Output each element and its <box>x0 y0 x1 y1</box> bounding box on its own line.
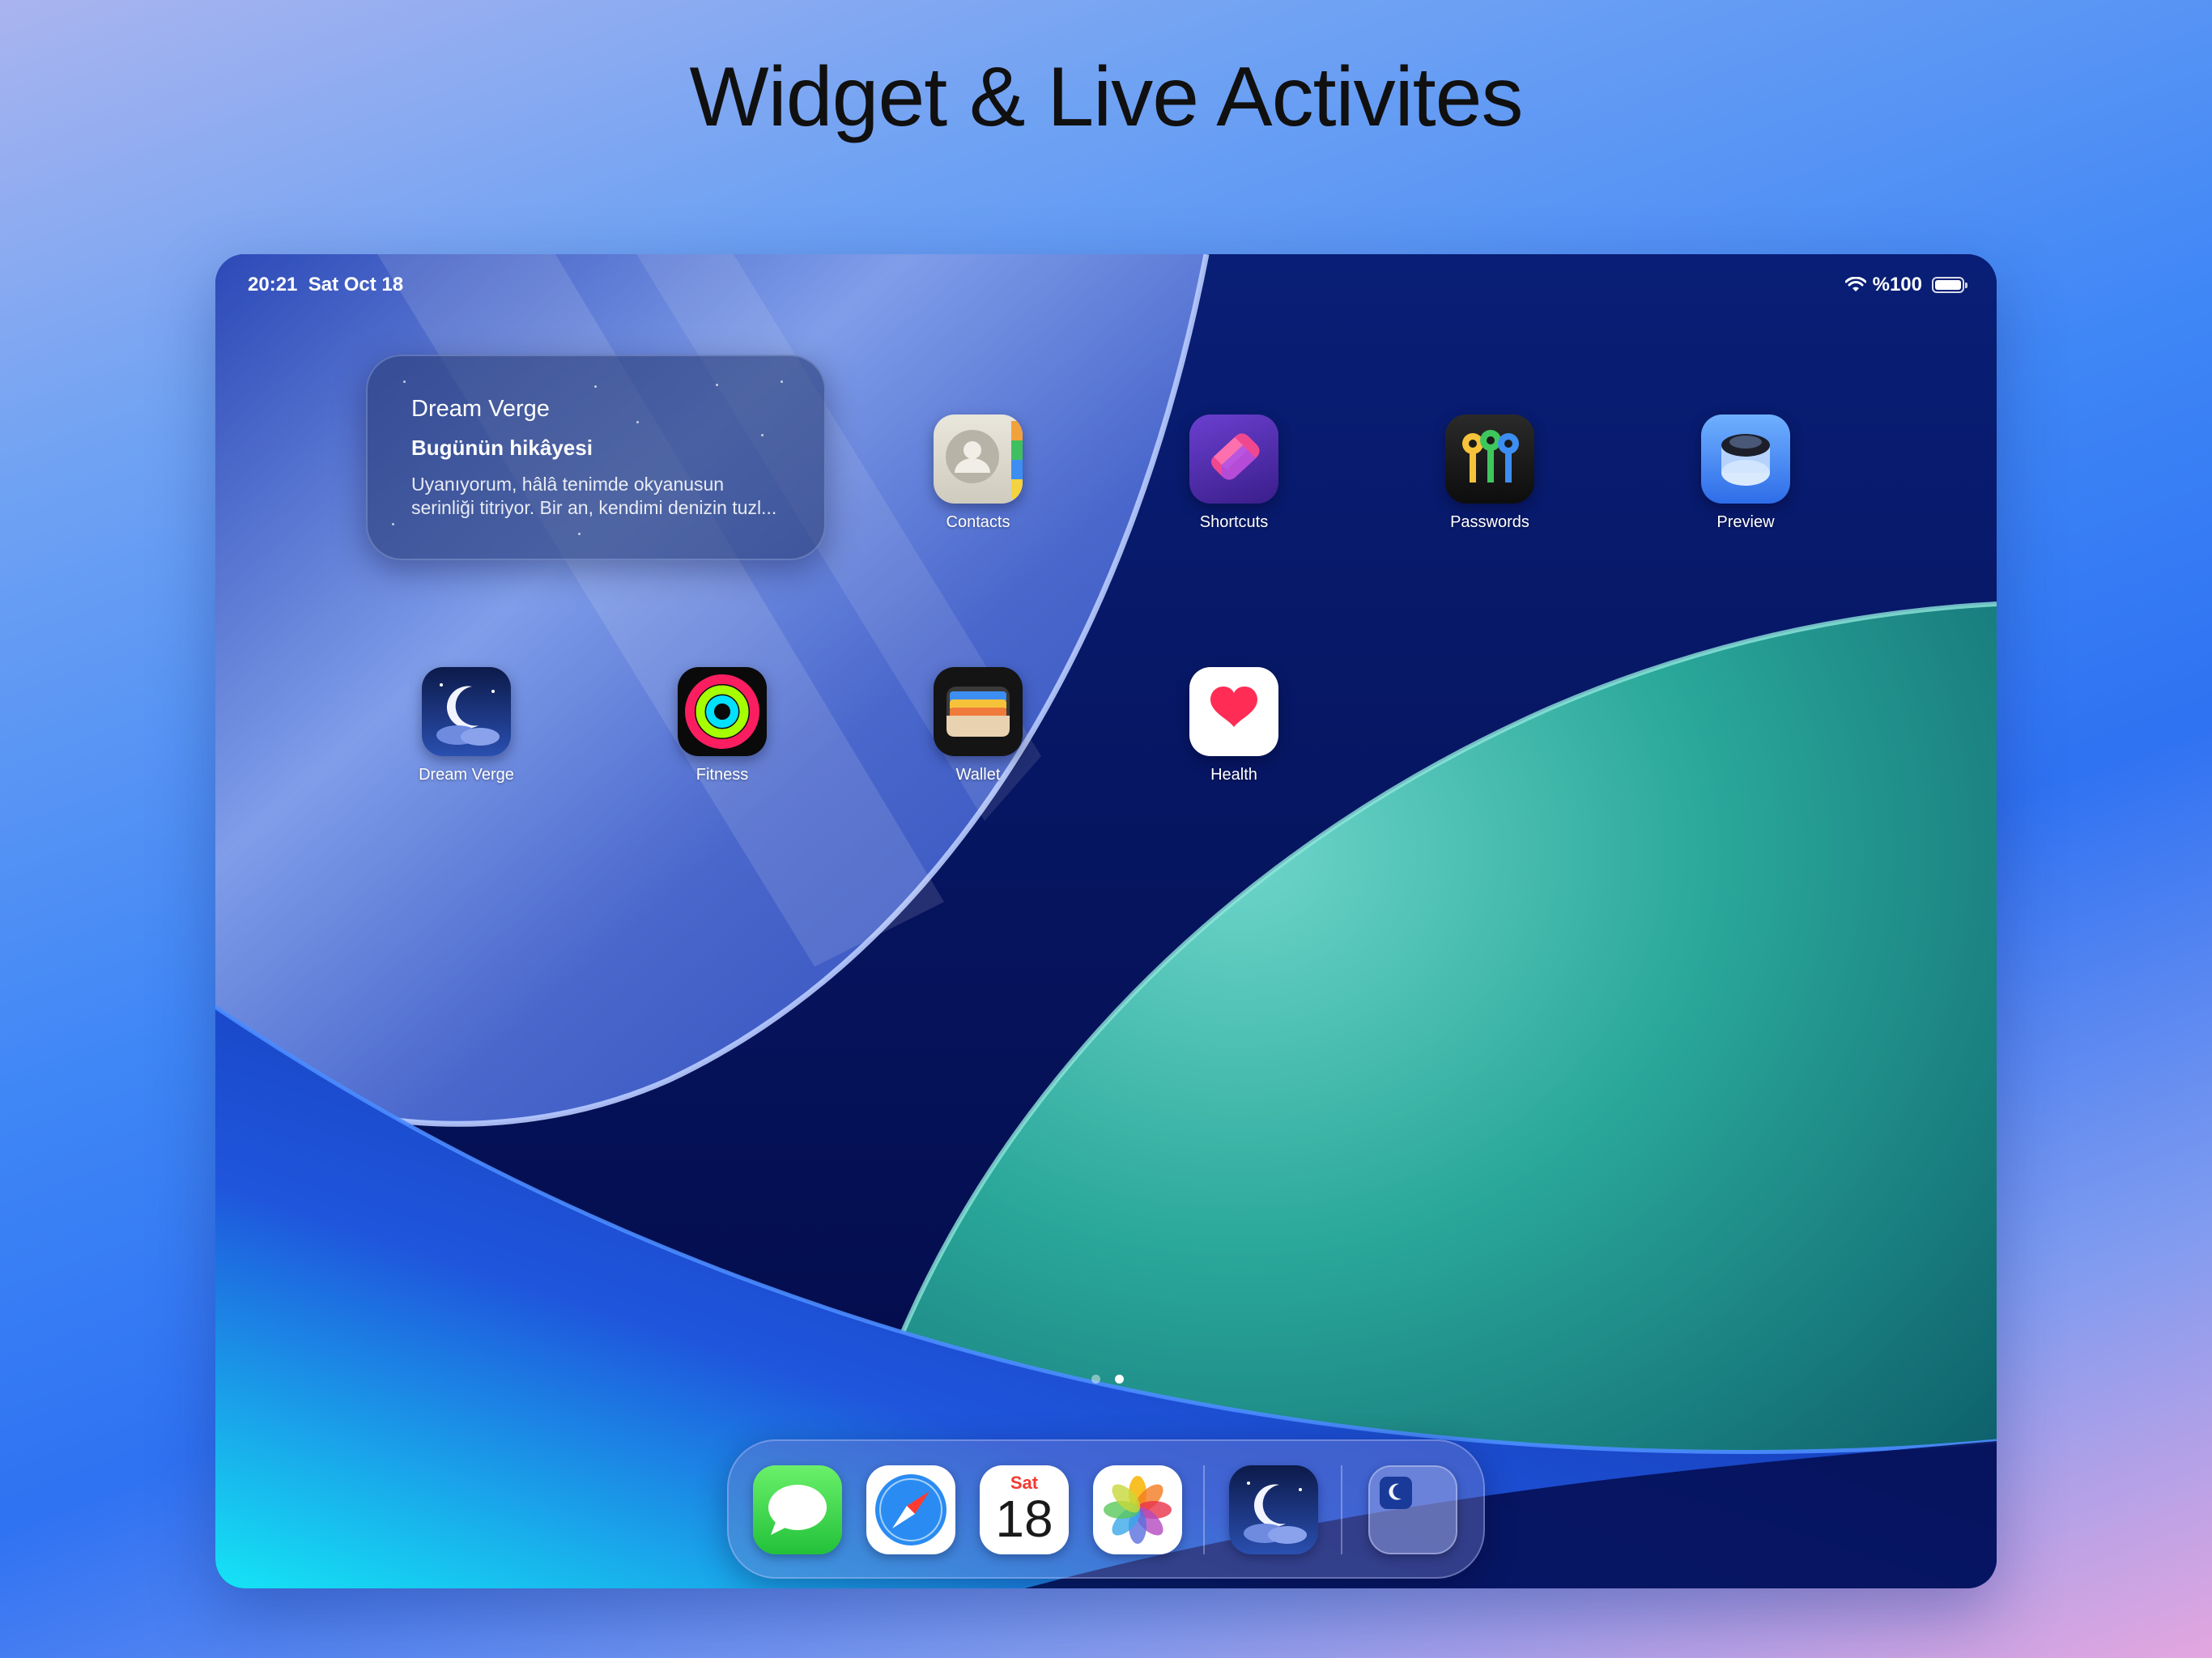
app-label: Contacts <box>946 513 1010 531</box>
widget-body-line: Uyanıyorum, hâlâ tenimde okyanusun <box>411 474 725 495</box>
app-fitness[interactable]: Fitness <box>649 667 795 789</box>
page-dot-active[interactable] <box>1115 1375 1124 1384</box>
battery-percent: %100 <box>1872 274 1922 295</box>
app-shortcuts[interactable]: Shortcuts <box>1161 414 1307 536</box>
preview-icon <box>1701 414 1790 504</box>
app-preview[interactable]: Preview <box>1673 414 1819 536</box>
widget-title: Dream Verge <box>411 396 550 422</box>
star-decoration <box>716 384 718 386</box>
app-label: Passwords <box>1450 513 1529 531</box>
star-decoration <box>594 385 597 388</box>
page-indicator[interactable] <box>1091 1375 1124 1384</box>
star-decoration <box>781 380 783 383</box>
widget-body: Uyanıyorum, hâlâ tenimde okyanusun serin… <box>411 473 781 520</box>
app-label: Preview <box>1716 513 1775 531</box>
app-contacts[interactable]: Contacts <box>905 414 1051 536</box>
fitness-icon <box>678 667 767 756</box>
health-icon <box>1189 667 1278 756</box>
dream-verge-icon <box>422 667 511 756</box>
passwords-icon <box>1445 414 1534 504</box>
app-health[interactable]: Health <box>1161 667 1307 789</box>
messages-icon[interactable] <box>753 1465 842 1554</box>
shortcuts-icon <box>1189 414 1278 504</box>
status-bar-left: 20:21 Sat Oct 18 <box>248 262 403 308</box>
dream-verge-widget[interactable]: Dream Verge Bugünün hikâyesi Uyanıyorum,… <box>366 355 826 560</box>
photos-icon[interactable] <box>1093 1465 1182 1554</box>
calendar-date: 18 <box>995 1490 1053 1548</box>
app-label: Fitness <box>696 766 749 784</box>
status-bar-right: %100 <box>1844 262 1967 308</box>
star-decoration <box>578 533 581 535</box>
headline: Widget & Live Activites <box>689 50 1524 144</box>
status-time: 20:21 <box>248 274 298 295</box>
app-label: Health <box>1210 766 1257 784</box>
app-wallet[interactable]: Wallet <box>905 667 1051 789</box>
calendar-icon[interactable]: Sat 18 <box>980 1465 1069 1554</box>
dock-divider <box>1203 1465 1205 1554</box>
safari-icon[interactable] <box>866 1465 955 1554</box>
app-label: Wallet <box>955 766 1001 784</box>
app-dream-verge[interactable]: Dream Verge <box>393 667 539 789</box>
ipad-screen: 20:21 Sat Oct 18 %100 Dream Verge Bugünü… <box>215 254 1997 1588</box>
app-library-icon[interactable] <box>1368 1465 1457 1554</box>
wifi-icon <box>1844 277 1866 291</box>
dock-divider <box>1341 1465 1342 1554</box>
contacts-icon <box>934 414 1023 504</box>
star-decoration <box>761 434 764 436</box>
widget-subtitle: Bugünün hikâyesi <box>411 436 593 460</box>
star-decoration <box>392 523 394 525</box>
wallet-icon <box>934 667 1023 756</box>
dream-verge-icon[interactable] <box>1229 1465 1318 1554</box>
status-date: Sat Oct 18 <box>308 274 404 295</box>
dock: Sat 18 <box>727 1439 1485 1579</box>
app-label: Shortcuts <box>1199 513 1269 531</box>
star-decoration <box>403 380 406 383</box>
app-label: Dream Verge <box>419 766 514 784</box>
dream-verge-mini-icon <box>1380 1477 1412 1509</box>
app-passwords[interactable]: Passwords <box>1417 414 1563 536</box>
widget-body-line: serinliği titriyor. Bir an, kendimi deni… <box>411 497 777 518</box>
battery-icon <box>1932 277 1967 293</box>
page-dot[interactable] <box>1091 1375 1100 1384</box>
star-decoration <box>636 421 639 423</box>
